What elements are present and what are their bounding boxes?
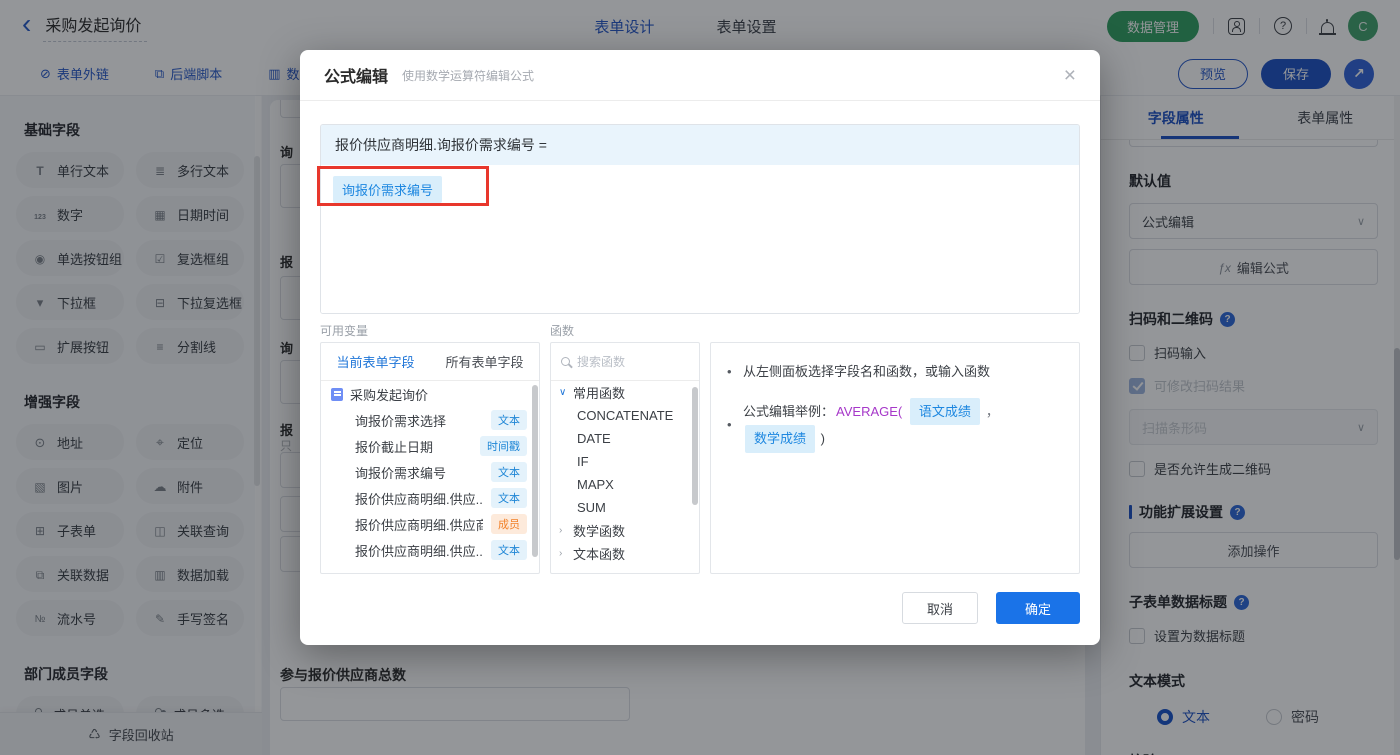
- type-badge: 文本: [491, 488, 527, 508]
- help-panel: • 从左侧面板选择字段名和函数，或输入函数 • 公式编辑举例： AVERAGE( 语…: [710, 342, 1080, 574]
- type-badge: 文本: [491, 462, 527, 482]
- variables-scrollbar[interactable]: [532, 385, 538, 557]
- cancel-button[interactable]: 取消: [902, 592, 978, 624]
- tab-all-form-fields[interactable]: 所有表单字段: [430, 343, 539, 380]
- type-badge: 文本: [491, 540, 527, 560]
- functions-panel: ∨常用函数 CONCATENATE DATE IF MAPX SUM ›数学函数…: [550, 342, 700, 574]
- modal-title: 公式编辑: [324, 69, 389, 86]
- example-chip: 语文成绩: [909, 397, 980, 425]
- function-search-input[interactable]: [577, 354, 689, 369]
- type-badge: 时间戳: [480, 436, 527, 456]
- search-icon: [561, 357, 570, 366]
- function-name: AVERAGE(: [836, 403, 903, 419]
- formula-editor[interactable]: 报价供应商明细.询报价需求编号 = 询报价需求编号: [320, 124, 1080, 314]
- function-item[interactable]: MAPX: [551, 473, 699, 496]
- bullet: •: [727, 364, 732, 379]
- formula-target: 报价供应商明细.询报价需求编号 =: [321, 125, 1079, 165]
- chevron-right-icon: ›: [559, 548, 563, 559]
- form-doc-icon: [331, 387, 343, 401]
- functions-scrollbar[interactable]: [692, 387, 698, 505]
- variable-row[interactable]: 报价供应商明细.供应商 成员: [321, 511, 539, 537]
- function-item[interactable]: CONCATENATE: [551, 404, 699, 427]
- example-chip: 数学成绩: [745, 425, 816, 453]
- formula-field-chip[interactable]: 询报价需求编号: [333, 176, 443, 203]
- variables-label: 可用变量: [320, 324, 369, 338]
- confirm-button[interactable]: 确定: [996, 592, 1080, 624]
- variable-tree-root[interactable]: 采购发起询价: [321, 381, 539, 407]
- function-item[interactable]: SUM: [551, 496, 699, 519]
- variable-row[interactable]: 询报价需求编号 文本: [321, 459, 539, 485]
- tab-current-form-fields[interactable]: 当前表单字段: [321, 343, 430, 380]
- chevron-right-icon: ›: [559, 525, 563, 536]
- function-search[interactable]: [551, 343, 699, 381]
- function-item[interactable]: IF: [551, 450, 699, 473]
- chevron-down-icon: ∨: [559, 387, 567, 398]
- function-group-math[interactable]: › 数学函数: [551, 519, 699, 542]
- formula-edit-modal: 公式编辑 使用数学运算符编辑公式 × 报价供应商明细.询报价需求编号 = 询报价…: [300, 50, 1100, 645]
- variable-row[interactable]: 报价供应商明细.供应... 文本: [321, 485, 539, 511]
- function-group-common[interactable]: ∨ 常用函数: [551, 381, 699, 404]
- variable-row[interactable]: 询报价需求选择 文本: [321, 407, 539, 433]
- help-line-1: 从左侧面板选择字段名和函数，或输入函数: [743, 364, 991, 379]
- functions-label: 函数: [550, 324, 575, 338]
- bullet: •: [727, 417, 732, 433]
- function-item[interactable]: DATE: [551, 427, 699, 450]
- function-group-text[interactable]: › 文本函数: [551, 542, 699, 565]
- variable-row[interactable]: 报价截止日期 时间戳: [321, 433, 539, 459]
- formula-body[interactable]: 询报价需求编号: [321, 165, 1079, 313]
- type-badge: 成员: [491, 514, 527, 534]
- variables-panel: 当前表单字段 所有表单字段 采购发起询价 询报价需求选择 文本 报价截止日期 时间戳…: [320, 342, 540, 574]
- type-badge: 文本: [491, 410, 527, 430]
- close-icon[interactable]: ×: [1064, 65, 1076, 86]
- help-line-2: 公式编辑举例： AVERAGE( 语文成绩 ，数学成绩 ): [743, 397, 1063, 453]
- modal-subtitle: 使用数学运算符编辑公式: [402, 68, 535, 83]
- variable-row[interactable]: 报价供应商明细.供应... 文本: [321, 537, 539, 563]
